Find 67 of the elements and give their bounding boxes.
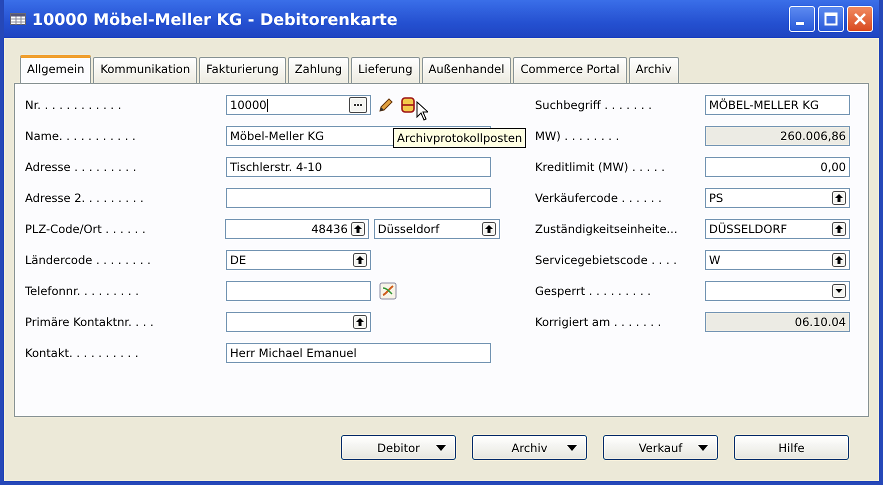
field-label: Gesperrt . . . . . . . . . [535, 284, 652, 298]
input-field[interactable]: Tischlerstr. 4-10 [226, 157, 491, 177]
field-label: Telefonnr. . . . . . . . . [25, 284, 140, 298]
input-field[interactable] [226, 188, 491, 208]
input-field[interactable]: MÖBEL-MELLER KG [705, 95, 850, 115]
input-field[interactable] [705, 281, 850, 301]
ellipsis-icon[interactable] [349, 97, 367, 113]
field-label: Kreditlimit (MW) . . . . . [535, 160, 666, 174]
minimize-button[interactable] [789, 6, 815, 32]
field-label: Adresse 2. . . . . . . . . [25, 191, 145, 205]
input-field[interactable]: 0,00 [705, 157, 850, 177]
input-field[interactable]: 48436 [224, 219, 369, 239]
input-field[interactable]: Herr Michael Emanuel [226, 343, 491, 363]
input-field[interactable]: DE [226, 250, 371, 270]
tab[interactable]: Archiv [628, 57, 679, 83]
tab[interactable]: Außenhandel [422, 57, 512, 83]
window-icon [10, 13, 26, 25]
input-field[interactable]: DÜSSELDORF [705, 219, 850, 239]
tab[interactable]: Zahlung [288, 57, 350, 83]
field-label: Name. . . . . . . . . . . [25, 129, 137, 143]
input-field[interactable]: 10000 [226, 95, 371, 115]
up-arrow-icon[interactable] [832, 253, 846, 267]
input-field[interactable]: 06.10.04 [705, 312, 850, 332]
caret-icon [698, 445, 708, 451]
maximize-button[interactable] [818, 6, 844, 32]
field-label: Verkäufercode . . . . . . [535, 191, 663, 205]
dropdown-icon[interactable] [832, 284, 846, 298]
field-label: Kontakt. . . . . . . . . . [25, 346, 140, 360]
input-field[interactable] [226, 281, 371, 301]
dialog-button[interactable]: Archiv [472, 435, 587, 460]
up-arrow-icon[interactable] [350, 222, 365, 236]
tab[interactable]: Kommunikation [93, 57, 198, 83]
input-field[interactable]: 260.006,86 [705, 126, 850, 146]
field-label: Adresse . . . . . . . . . [25, 160, 138, 174]
field-label: MW) . . . . . . . . [535, 129, 620, 143]
dialog-button[interactable]: Verkauf [603, 435, 718, 460]
minimize-icon [796, 22, 804, 24]
tab[interactable]: Allgemein [20, 55, 92, 84]
up-arrow-icon[interactable] [353, 315, 367, 329]
field-label: PLZ-Code/Ort . . . . . . [25, 222, 147, 236]
tab[interactable]: Commerce Portal [513, 57, 627, 83]
up-arrow-icon[interactable] [482, 222, 496, 236]
input-field[interactable]: PS [705, 188, 850, 208]
tooltip: Archivprotokollposten [393, 128, 526, 148]
window-title: 10000 Möbel-Meller KG - Debitorenkarte [32, 10, 399, 28]
dialog-button[interactable]: Hilfe [734, 435, 849, 460]
field-label: Servicegebietscode . . . . [535, 253, 678, 267]
tab[interactable]: Lieferung [351, 57, 420, 83]
close-button[interactable] [847, 6, 873, 32]
field-label: Suchbegriff . . . . . . . [535, 98, 653, 112]
archive-icon[interactable] [399, 96, 417, 114]
up-arrow-icon[interactable] [832, 191, 846, 205]
up-arrow-icon[interactable] [832, 222, 846, 236]
up-arrow-icon[interactable] [353, 253, 367, 267]
field-label: Korrigiert am . . . . . . . [535, 315, 662, 329]
field-label: Ländercode . . . . . . . . [25, 253, 152, 267]
tab[interactable]: Fakturierung [199, 57, 286, 83]
caret-icon [436, 445, 446, 451]
field-label: Primäre Kontaktnr. . . . [25, 315, 155, 329]
input-field[interactable] [226, 312, 371, 332]
caret-icon [567, 445, 577, 451]
field-label: Nr. . . . . . . . . . . . [25, 98, 122, 112]
mouse-cursor-icon [416, 101, 428, 121]
dialog-button[interactable]: Debitor [341, 435, 456, 460]
input-field[interactable]: W [705, 250, 850, 270]
input-field[interactable]: Düsseldorf [374, 219, 500, 239]
field-label: Zuständigkeitseinheite... [535, 222, 678, 236]
